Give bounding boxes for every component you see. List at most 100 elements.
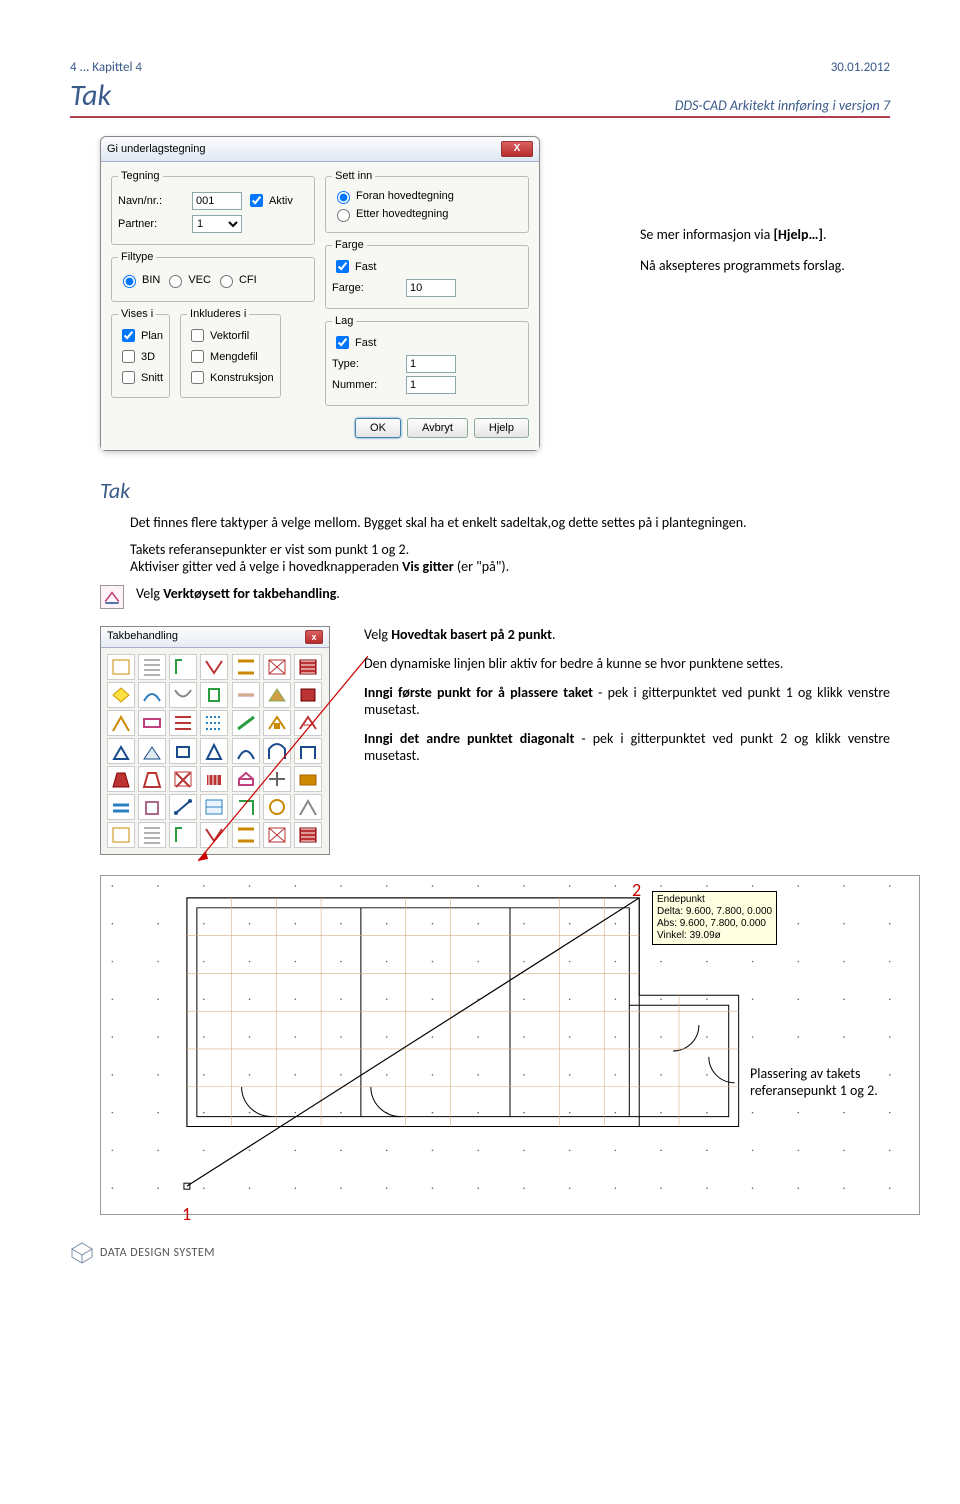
aktiv-checkbox[interactable]	[250, 194, 263, 207]
page-title: Tak	[70, 77, 111, 114]
palette-tool-1[interactable]	[138, 654, 166, 680]
palette-tool-20[interactable]	[294, 710, 322, 736]
palette-tool-37[interactable]	[169, 794, 197, 820]
floor-plan	[100, 875, 920, 1215]
underlay-dialog: Gi underlagstegning X Tegning Navn/nr.: …	[100, 136, 540, 451]
palette-tool-9[interactable]	[169, 682, 197, 708]
palette-tool-15[interactable]	[138, 710, 166, 736]
palette-tool-46[interactable]	[232, 822, 260, 848]
palette-tool-19[interactable]	[263, 710, 291, 736]
palette-tool-24[interactable]	[200, 738, 228, 764]
palette-tool-5[interactable]	[263, 654, 291, 680]
palette-tool-47[interactable]	[263, 822, 291, 848]
palette-tool-10[interactable]	[200, 682, 228, 708]
palette-tool-40[interactable]	[263, 794, 291, 820]
palette-tool-16[interactable]	[169, 710, 197, 736]
palette-tool-22[interactable]	[138, 738, 166, 764]
palette-tool-45[interactable]	[200, 822, 228, 848]
header-left: 4 ... Kapittel 4	[70, 60, 142, 75]
konstruksjon-label: Konstruksjon	[210, 372, 274, 384]
lagfast-label: Fast	[355, 337, 376, 349]
palette-close-icon[interactable]: x	[305, 630, 323, 644]
palette-tool-23[interactable]	[169, 738, 197, 764]
palette-tool-18[interactable]	[232, 710, 260, 736]
palette-tool-44[interactable]	[169, 822, 197, 848]
etter-radio[interactable]	[337, 209, 350, 222]
close-icon[interactable]: X	[501, 141, 533, 157]
filtype-legend: Filtype	[118, 251, 156, 263]
palette-tool-29[interactable]	[138, 766, 166, 792]
sec-p3: Velg Verktøysett for takbehandling.	[136, 585, 340, 602]
fargefast-checkbox[interactable]	[336, 260, 349, 273]
palette-tool-14[interactable]	[107, 710, 135, 736]
vec-radio[interactable]	[169, 275, 182, 288]
palette-tool-3[interactable]	[200, 654, 228, 680]
snitt-checkbox[interactable]	[122, 371, 135, 384]
palette-tool-36[interactable]	[138, 794, 166, 820]
palette-tool-32[interactable]	[232, 766, 260, 792]
roof-toolset-icon[interactable]	[100, 585, 124, 609]
tooltip-l2: Delta: 9.600, 7.800, 0.000	[657, 906, 772, 918]
plan-label: Plan	[141, 330, 163, 342]
help-button[interactable]: Hjelp	[474, 418, 529, 438]
vektorfil-label: Vektorfil	[210, 330, 249, 342]
sec-p2: Takets referansepunkter er vist som punk…	[130, 541, 890, 575]
konstruksjon-checkbox[interactable]	[191, 371, 204, 384]
palette-tool-39[interactable]	[232, 794, 260, 820]
palette-tool-8[interactable]	[138, 682, 166, 708]
fargefast-label: Fast	[355, 261, 376, 273]
palette-tool-31[interactable]	[200, 766, 228, 792]
palette-tool-30[interactable]	[169, 766, 197, 792]
palette-tool-28[interactable]	[107, 766, 135, 792]
palette-tool-34[interactable]	[294, 766, 322, 792]
dialog-titlebar[interactable]: Gi underlagstegning X	[101, 137, 539, 162]
palette-tool-43[interactable]	[138, 822, 166, 848]
palette-tool-35[interactable]	[107, 794, 135, 820]
header-right: 30.01.2012	[831, 60, 890, 75]
palette-tool-25[interactable]	[232, 738, 260, 764]
palette-tool-17[interactable]	[200, 710, 228, 736]
palette-tool-26[interactable]	[263, 738, 291, 764]
palette-tool-33[interactable]	[263, 766, 291, 792]
bin-radio[interactable]	[123, 275, 136, 288]
nummer-label: Nummer:	[332, 379, 402, 391]
palette-tool-7[interactable]	[107, 682, 135, 708]
etter-label: Etter hovedtegning	[356, 208, 448, 220]
3d-checkbox[interactable]	[122, 350, 135, 363]
palette-tool-21[interactable]	[107, 738, 135, 764]
lagfast-checkbox[interactable]	[336, 336, 349, 349]
palette-tool-38[interactable]	[200, 794, 228, 820]
section-heading: Tak	[100, 477, 890, 504]
vektorfil-checkbox[interactable]	[191, 329, 204, 342]
type-field[interactable]	[406, 355, 456, 373]
inkluderes-legend: Inkluderes i	[187, 308, 249, 320]
palette-tool-2[interactable]	[169, 654, 197, 680]
cfi-radio[interactable]	[220, 275, 233, 288]
palette-titlebar[interactable]: Takbehandling x	[101, 627, 329, 648]
farge-field[interactable]	[406, 279, 456, 297]
palette-tool-0[interactable]	[107, 654, 135, 680]
palette-tool-42[interactable]	[107, 822, 135, 848]
title-row: Tak DDS-CAD Arkitekt innføring i versjon…	[70, 77, 890, 118]
navn-field[interactable]	[192, 192, 242, 210]
plan-checkbox[interactable]	[122, 329, 135, 342]
palette-tool-6[interactable]	[294, 654, 322, 680]
pal-p2: Den dynamiske linjen blir aktiv for bedr…	[364, 655, 890, 672]
foran-radio[interactable]	[337, 191, 350, 204]
palette-tool-48[interactable]	[294, 822, 322, 848]
cancel-button[interactable]: Avbryt	[407, 418, 468, 438]
partner-label: Partner:	[118, 218, 188, 230]
partner-select[interactable]: 1	[192, 215, 242, 233]
mengdefil-checkbox[interactable]	[191, 350, 204, 363]
navn-label: Navn/nr.:	[118, 195, 188, 207]
palette-tool-41[interactable]	[294, 794, 322, 820]
palette-tool-11[interactable]	[232, 682, 260, 708]
side-p2: Nå aksepteres programmets forslag.	[640, 257, 950, 274]
nummer-field[interactable]	[406, 376, 456, 394]
ok-button[interactable]: OK	[355, 418, 401, 438]
palette-side-text: Velg Hovedtak basert på 2 punkt. Den dyn…	[350, 626, 890, 776]
palette-tool-13[interactable]	[294, 682, 322, 708]
palette-tool-4[interactable]	[232, 654, 260, 680]
palette-tool-27[interactable]	[294, 738, 322, 764]
palette-tool-12[interactable]	[263, 682, 291, 708]
